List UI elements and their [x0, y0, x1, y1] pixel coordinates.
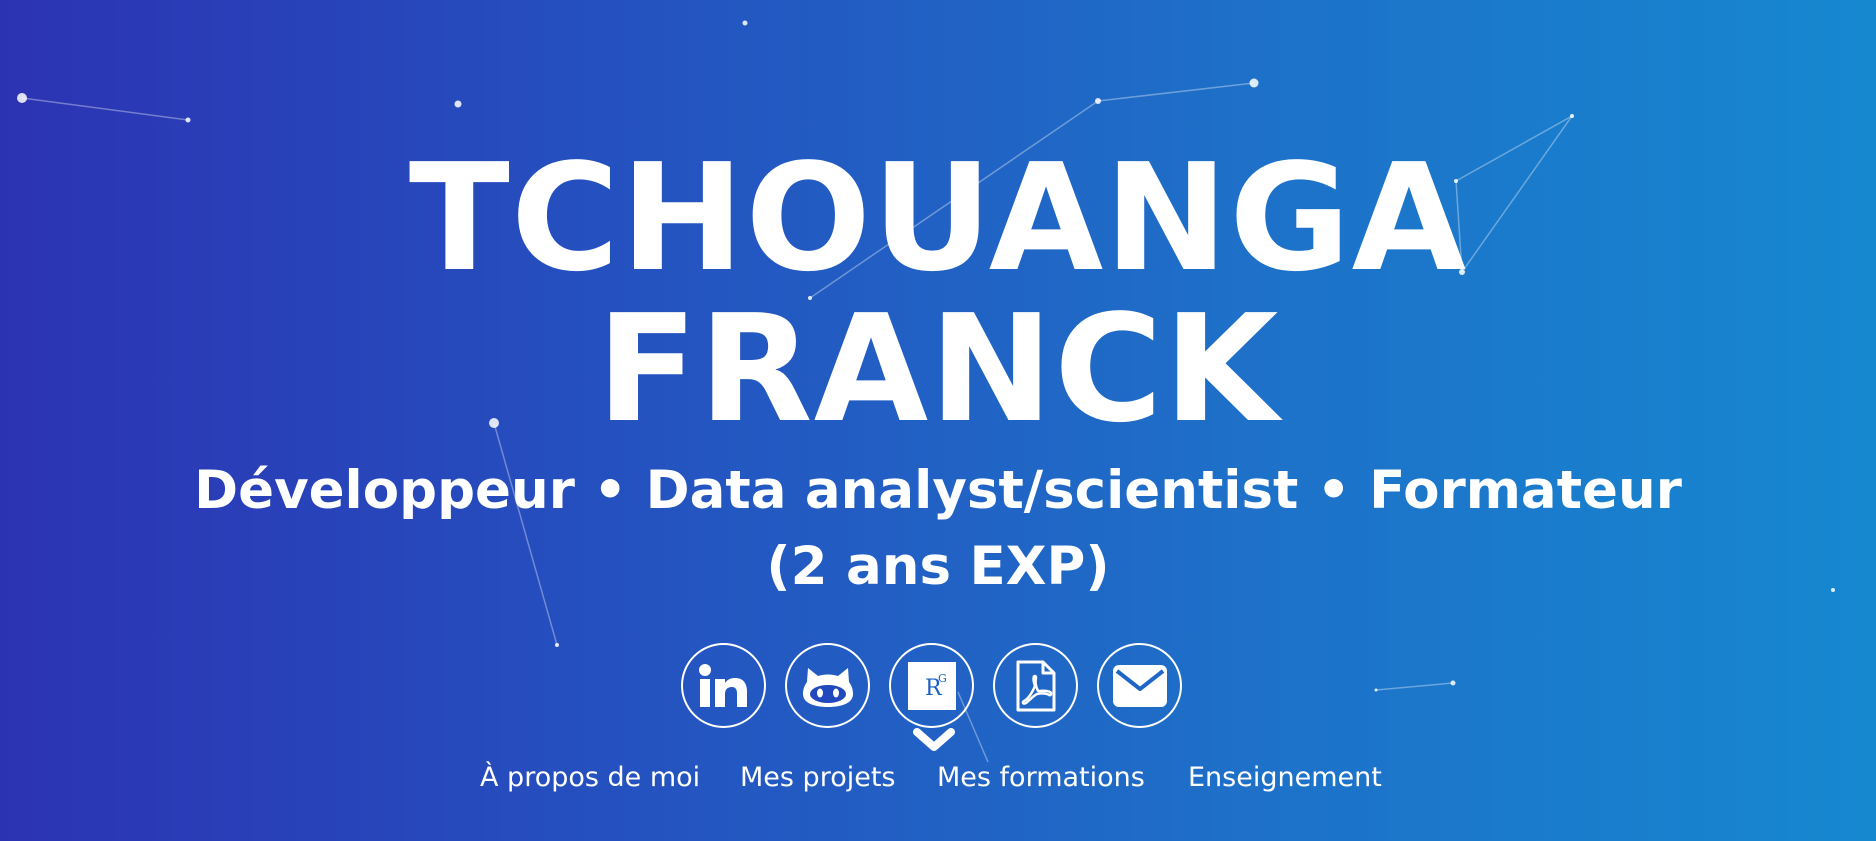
- email-link[interactable]: [1097, 643, 1182, 728]
- linkedin-icon: [698, 663, 747, 707]
- svg-text:G: G: [938, 672, 947, 685]
- social-links: R G: [681, 643, 1191, 733]
- mail-icon: [1112, 664, 1167, 707]
- linkedin-link[interactable]: [681, 643, 766, 728]
- hero-content: TCHOUANGA FRANCK Développeur • Data anal…: [0, 0, 1876, 841]
- github-link[interactable]: [785, 643, 870, 728]
- cv-pdf-link[interactable]: [993, 643, 1078, 728]
- name-second-line: FRANCK: [596, 283, 1280, 455]
- scroll-down-chevron-icon[interactable]: [913, 727, 955, 753]
- job-titles: Développeur • Data analyst/scientist • F…: [194, 460, 1682, 521]
- nav-education[interactable]: Mes formations: [937, 755, 1145, 801]
- researchgate-link[interactable]: R G: [889, 643, 974, 728]
- pdf-icon: [1016, 660, 1055, 711]
- experience-years: (2 ans EXP): [766, 536, 1110, 597]
- github-icon: [802, 667, 853, 707]
- nav-about[interactable]: À propos de moi: [480, 755, 700, 801]
- main-navigation: À propos de moi Mes projets Mes formatio…: [0, 755, 1876, 801]
- researchgate-icon: R G: [907, 661, 956, 710]
- name-first-line: TCHOUANGA: [408, 132, 1468, 304]
- hero-section: TCHOUANGA FRANCK Développeur • Data anal…: [0, 0, 1876, 841]
- nav-projects[interactable]: Mes projets: [740, 755, 896, 801]
- nav-teaching[interactable]: Enseignement: [1188, 755, 1382, 801]
